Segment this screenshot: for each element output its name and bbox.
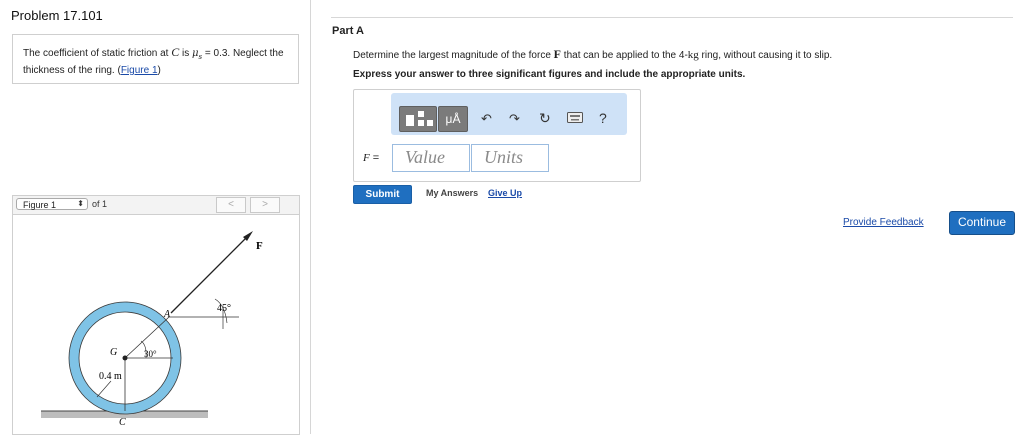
units-symbols-button[interactable]: μÅ xyxy=(438,106,468,132)
give-up-link[interactable]: Give Up xyxy=(488,188,522,198)
figure-select[interactable]: Figure 1 ⬍ xyxy=(16,198,88,210)
center-angle-label: 30° xyxy=(144,349,157,359)
figure-link[interactable]: Figure 1 xyxy=(121,65,158,76)
problem-statement-box: The coefficient of static friction at C … xyxy=(12,34,299,84)
figure-frame: F 45° A G 30° 0.4 m C xyxy=(12,213,300,435)
statement-text-suffix: ) xyxy=(157,65,161,76)
reset-icon[interactable]: ↻ xyxy=(539,110,551,127)
point-c-label: C xyxy=(119,417,126,428)
ring-figure: F 45° A G 30° 0.4 m C xyxy=(41,231,263,428)
undo-icon[interactable]: ↶ xyxy=(481,111,492,127)
answer-equals: = xyxy=(372,152,380,164)
radius-dimension xyxy=(96,380,112,398)
keyboard-icon[interactable] xyxy=(567,111,583,126)
math-toolbar: μÅ ↶ ↷ ↻ ? xyxy=(391,93,627,135)
question-pre: Determine the largest magnitude of the f… xyxy=(353,50,554,61)
prev-icon: < xyxy=(228,199,234,210)
submit-button[interactable]: Submit xyxy=(353,185,412,204)
statement-text-prefix: The coefficient of static friction at xyxy=(23,48,172,59)
question-force-symbol: F xyxy=(553,47,562,61)
statement-text-is: is xyxy=(179,48,193,59)
question-post: ring, without causing it to slip. xyxy=(698,50,833,61)
redo-icon[interactable]: ↷ xyxy=(509,111,520,127)
center-label: G xyxy=(110,347,117,358)
figure-navigation-bar: Figure 1 ⬍ of 1 < > xyxy=(12,195,300,215)
my-answers-link[interactable]: My Answers xyxy=(426,188,478,198)
prev-figure-button[interactable]: < xyxy=(216,197,246,213)
help-icon[interactable]: ? xyxy=(599,110,607,126)
figure-count: of 1 xyxy=(92,199,108,209)
problem-statement: The coefficient of static friction at C … xyxy=(23,45,290,78)
force-line xyxy=(170,234,250,314)
problem-panel: Problem 17.101 The coefficient of static… xyxy=(0,0,311,435)
next-icon: > xyxy=(262,199,268,210)
question-panel: Part A Determine the largest magnitude o… xyxy=(311,0,1024,434)
select-arrows-icon: ⬍ xyxy=(77,199,84,208)
radius-label: 0.4 m xyxy=(99,371,122,382)
question-unit: kg xyxy=(687,49,699,61)
question-mid: that can be applied to the 4- xyxy=(561,50,688,61)
template-button[interactable] xyxy=(399,106,437,132)
next-figure-button[interactable]: > xyxy=(250,197,280,213)
question-text: Determine the largest magnitude of the f… xyxy=(353,47,832,62)
part-label: Part A xyxy=(332,25,364,37)
units-input[interactable]: Units xyxy=(471,144,549,172)
provide-feedback-link[interactable]: Provide Feedback xyxy=(843,217,924,228)
point-a-label: A xyxy=(163,309,171,320)
answer-box: μÅ ↶ ↷ ↻ ? F = Value Units xyxy=(353,89,641,182)
fraction-template-icon xyxy=(406,111,433,126)
force-angle-label: 45° xyxy=(217,303,231,314)
force-label: F xyxy=(256,240,263,252)
center-point xyxy=(122,355,128,361)
answer-variable-symbol: F xyxy=(363,152,370,164)
figure-select-value: Figure 1 xyxy=(23,200,57,210)
continue-button[interactable]: Continue xyxy=(949,211,1015,235)
mu-angstrom-icon: μÅ xyxy=(445,112,461,126)
answer-instruction: Express your answer to three significant… xyxy=(353,69,746,80)
problem-title: Problem 17.101 xyxy=(11,8,103,23)
answer-variable: F = xyxy=(363,152,379,164)
value-input[interactable]: Value xyxy=(392,144,470,172)
part-divider xyxy=(331,17,1013,18)
